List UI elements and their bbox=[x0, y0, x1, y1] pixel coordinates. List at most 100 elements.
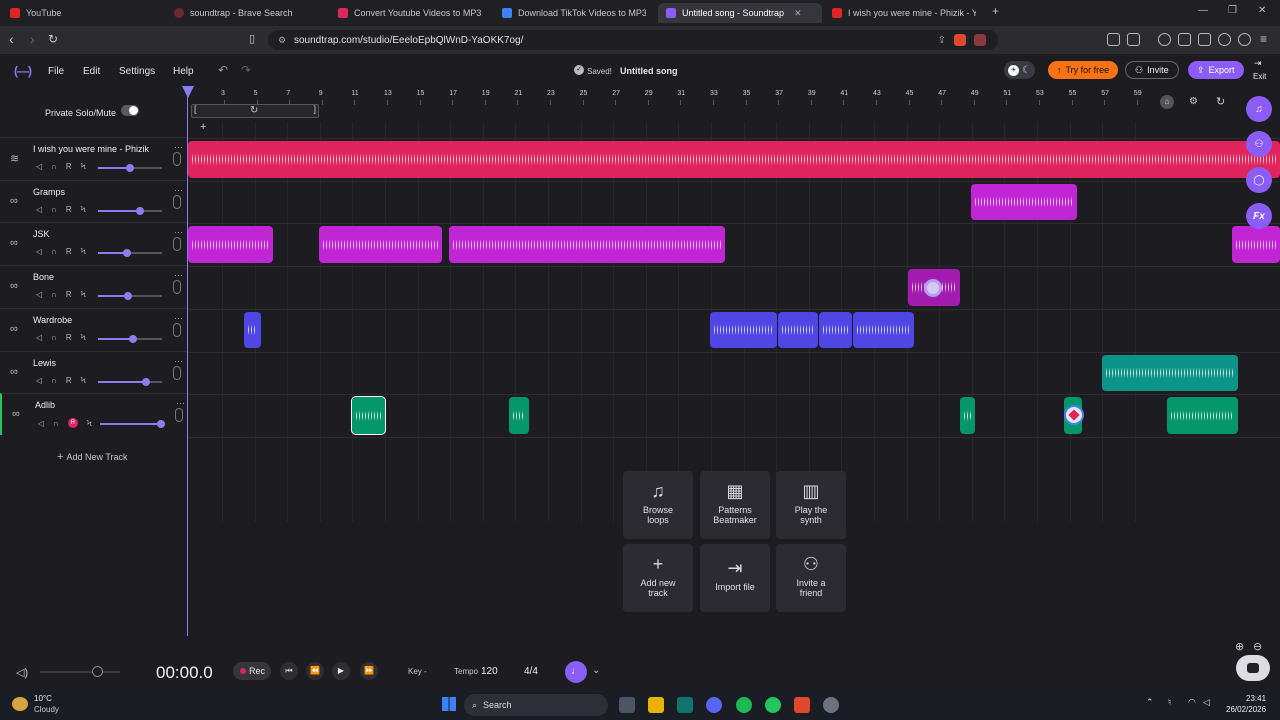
volume-knob[interactable] bbox=[126, 164, 134, 172]
audio-clip[interactable] bbox=[351, 396, 386, 435]
track-menu-icon[interactable]: ··· bbox=[174, 356, 183, 366]
audio-clip[interactable] bbox=[971, 183, 1077, 221]
track-volume-slider[interactable] bbox=[98, 377, 162, 386]
zoom-in-icon[interactable]: ⊕ bbox=[1235, 640, 1244, 653]
wallet-icon[interactable] bbox=[1127, 33, 1140, 46]
fx-icon[interactable]: Ϟ bbox=[81, 162, 86, 171]
patterns-beatmaker-card[interactable]: ▦ Patterns Beatmaker bbox=[700, 471, 770, 539]
record-arm-button[interactable]: R bbox=[66, 247, 72, 256]
add-new-track-button[interactable]: + Add New Track bbox=[57, 451, 128, 463]
mute-icon[interactable]: ◁ bbox=[36, 376, 42, 385]
audio-clip[interactable] bbox=[244, 311, 261, 349]
record-arm-button[interactable]: R bbox=[66, 290, 72, 299]
add-marker-icon[interactable]: + bbox=[200, 121, 206, 133]
headphones-icon[interactable]: ∩ bbox=[51, 333, 57, 342]
zoom-out-icon[interactable]: ⊖ bbox=[1253, 640, 1262, 653]
link-icon[interactable]: ∞ bbox=[10, 323, 18, 335]
track-volume-slider[interactable] bbox=[98, 206, 162, 215]
windows-start-icon[interactable] bbox=[442, 697, 456, 711]
redo-icon[interactable]: ↷ bbox=[241, 63, 251, 77]
spotify-icon[interactable] bbox=[736, 697, 752, 713]
headphones-icon[interactable]: ∩ bbox=[51, 247, 57, 256]
track-menu-icon[interactable]: ··· bbox=[174, 142, 183, 152]
steam-icon[interactable] bbox=[823, 697, 839, 713]
key-selector[interactable]: Key - bbox=[408, 667, 427, 676]
fx-icon[interactable]: Ϟ bbox=[87, 419, 92, 428]
link-icon[interactable]: ∞ bbox=[10, 280, 18, 292]
tray-chevron-icon[interactable]: ⌃ bbox=[1146, 697, 1154, 708]
loop-start-icon[interactable]: [ bbox=[194, 104, 197, 114]
loops-panel-icon[interactable]: ♫ bbox=[1246, 96, 1272, 122]
track-header[interactable]: ∞ Adlib ◁ ∩ R Ϟ ··· bbox=[0, 393, 188, 436]
close-window-icon[interactable]: ✕ bbox=[1258, 5, 1266, 16]
mute-icon[interactable]: ◁ bbox=[38, 419, 44, 428]
audio-clip[interactable] bbox=[1102, 354, 1238, 392]
share-icon[interactable]: ⇪ bbox=[938, 35, 946, 46]
track-menu-icon[interactable]: ··· bbox=[174, 270, 183, 280]
audio-clip[interactable] bbox=[778, 311, 818, 349]
link-icon[interactable]: ∞ bbox=[10, 366, 18, 378]
exit-label[interactable]: Exit bbox=[1253, 72, 1266, 81]
loop-icon[interactable]: ↻ bbox=[250, 105, 258, 116]
theme-toggle[interactable]: ☀ ☾ bbox=[1004, 61, 1035, 79]
loop-end-icon[interactable]: ] bbox=[313, 104, 316, 114]
audio-clip[interactable] bbox=[853, 311, 914, 349]
playhead-handle[interactable] bbox=[182, 86, 194, 98]
fast-forward-icon[interactable]: ⏩ bbox=[360, 662, 378, 680]
track-name[interactable]: Adlib bbox=[35, 400, 55, 410]
record-arm-button[interactable]: R bbox=[66, 162, 72, 171]
soundtrap-logo[interactable]: (—) bbox=[14, 64, 32, 78]
menu-help[interactable]: Help bbox=[173, 66, 194, 77]
metronome-button-icon[interactable]: ♩ bbox=[565, 661, 587, 683]
audio-clip[interactable] bbox=[960, 397, 975, 434]
headphones-icon[interactable]: ∩ bbox=[53, 419, 59, 428]
browser-tab-active[interactable]: Untitled song - Soundtrap ✕ bbox=[658, 3, 822, 23]
fx-icon[interactable]: Ϟ bbox=[81, 290, 86, 299]
fx-icon[interactable]: Ϟ bbox=[81, 376, 86, 385]
vpn-icon[interactable] bbox=[1238, 33, 1251, 46]
volume-knob[interactable] bbox=[142, 377, 150, 386]
forward-icon[interactable]: › bbox=[30, 32, 35, 46]
audio-clip[interactable] bbox=[509, 397, 529, 434]
microphone-icon[interactable]: ♮ bbox=[1168, 697, 1171, 708]
brave-shields-icon[interactable] bbox=[954, 34, 966, 46]
track-menu-icon[interactable]: ··· bbox=[174, 227, 183, 237]
browser-tab[interactable]: Download TikTok Videos to MP3 - Fr bbox=[494, 3, 654, 23]
mute-icon[interactable]: ◁ bbox=[36, 162, 42, 171]
timeline-ruler[interactable]: 3 5 7 9 11 13 15 17 19 21 23 25 27 29 31 33 35 37 39 41 43 45… bbox=[188, 86, 1280, 106]
mute-icon[interactable]: ◁ bbox=[36, 247, 42, 256]
volume-knob[interactable] bbox=[122, 249, 131, 258]
playhead[interactable] bbox=[187, 86, 188, 636]
try-free-button[interactable]: ↑ Try for free bbox=[1048, 61, 1119, 79]
track-header[interactable]: ∞ Wardrobe ◁ ∩ R Ϟ ··· bbox=[0, 307, 188, 350]
track-volume-slider[interactable] bbox=[98, 164, 162, 172]
private-solo-toggle[interactable] bbox=[121, 105, 139, 116]
brave-browser-icon[interactable] bbox=[794, 697, 810, 713]
record-arm-button[interactable]: R bbox=[66, 376, 72, 385]
volume-knob[interactable] bbox=[135, 206, 144, 215]
audio-clip[interactable] bbox=[319, 226, 442, 264]
file-explorer-icon[interactable] bbox=[648, 697, 664, 713]
audio-clip[interactable] bbox=[449, 226, 725, 264]
xbox-icon[interactable] bbox=[765, 697, 781, 713]
link-icon[interactable]: ∞ bbox=[10, 237, 18, 249]
minimize-icon[interactable]: — bbox=[1198, 5, 1208, 16]
browser-tab[interactable]: soundtrap - Brave Search bbox=[166, 3, 326, 23]
mute-icon[interactable]: ◁ bbox=[36, 290, 42, 299]
address-bar[interactable]: ⚙ soundtrap.com/studio/EeeloEpbQlWnD-YaO… bbox=[268, 30, 998, 50]
play-synth-card[interactable]: ▥ Play the synth bbox=[776, 471, 846, 539]
back-icon[interactable]: ‹ bbox=[9, 32, 14, 46]
track-menu-icon[interactable]: ··· bbox=[174, 185, 183, 195]
master-volume-slider[interactable] bbox=[40, 666, 120, 677]
browse-loops-card[interactable]: ♫ Browse loops bbox=[623, 471, 693, 539]
track-name[interactable]: Wardrobe bbox=[33, 315, 72, 325]
speaker-icon[interactable]: ◁ bbox=[1203, 697, 1210, 708]
clock-time[interactable]: 23:41 bbox=[1246, 694, 1266, 703]
new-tab-icon[interactable]: + bbox=[992, 4, 999, 18]
track-volume-slider[interactable] bbox=[100, 420, 165, 429]
fx-icon[interactable]: Ϟ bbox=[81, 247, 86, 256]
sidebar-icon[interactable] bbox=[1178, 33, 1191, 46]
music-icon[interactable] bbox=[1158, 33, 1171, 46]
audio-clip[interactable] bbox=[188, 226, 273, 264]
wallet-icon[interactable] bbox=[1198, 33, 1211, 46]
